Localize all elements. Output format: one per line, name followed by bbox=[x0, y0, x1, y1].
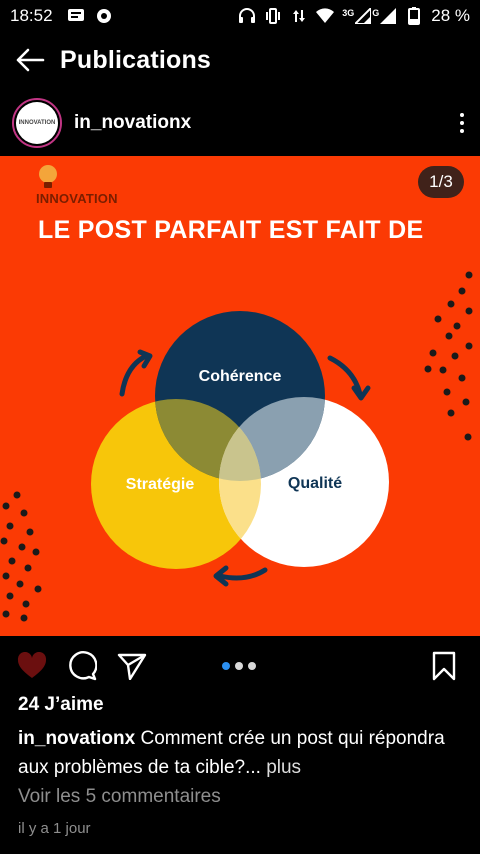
save-button[interactable] bbox=[428, 650, 460, 682]
send-icon bbox=[117, 653, 147, 680]
carousel-counter: 1/3 bbox=[418, 166, 464, 198]
decor-dots-left bbox=[0, 491, 42, 622]
headset-icon bbox=[238, 8, 256, 24]
brand-logo: INNOVATION bbox=[36, 164, 118, 206]
wifi-icon bbox=[316, 8, 335, 24]
data-transfer-icon bbox=[290, 8, 308, 24]
carousel-dot-1 bbox=[222, 662, 230, 670]
label-strategie: Stratégie bbox=[126, 476, 195, 493]
message-icon bbox=[67, 8, 85, 24]
battery-icon bbox=[405, 7, 423, 25]
action-bar bbox=[0, 640, 480, 692]
back-button[interactable] bbox=[0, 32, 60, 88]
more-options-button[interactable] bbox=[446, 103, 478, 143]
vibrate-icon bbox=[264, 8, 282, 24]
label-qualite: Qualité bbox=[288, 475, 342, 492]
comment-button[interactable] bbox=[66, 650, 98, 682]
carousel-dot-2 bbox=[235, 662, 243, 670]
avatar-logo: INNOVATION bbox=[16, 102, 58, 144]
more-vertical-icon bbox=[460, 113, 464, 117]
caption-more-link[interactable]: plus bbox=[266, 757, 301, 778]
label-coherence: Cohérence bbox=[199, 368, 282, 385]
likes-count[interactable]: 24 J’aime bbox=[18, 694, 104, 716]
heart-icon bbox=[17, 652, 47, 678]
post-timestamp: il y a 1 jour bbox=[18, 820, 91, 837]
like-button[interactable] bbox=[16, 650, 48, 682]
post-image[interactable]: Cohérence Stratégie Qualité INNOVATION L… bbox=[0, 156, 480, 636]
page-title: Publications bbox=[60, 45, 212, 74]
battery-percent: 28 % bbox=[431, 6, 470, 25]
arrow-curve-left bbox=[119, 353, 149, 397]
status-time: 18:52 bbox=[10, 6, 53, 25]
arrow-curve-bottom bbox=[217, 567, 268, 581]
arrow-left-icon bbox=[16, 48, 45, 72]
app-bar: Publications bbox=[0, 32, 480, 88]
comment-icon bbox=[69, 651, 97, 681]
share-button[interactable] bbox=[116, 650, 148, 682]
signal-group: 3G G bbox=[342, 8, 397, 24]
post-headline: LE POST PARFAIT EST FAIT DE bbox=[38, 216, 424, 244]
avatar[interactable]: INNOVATION bbox=[12, 98, 62, 148]
bookmark-icon bbox=[432, 651, 456, 681]
chat-icon bbox=[95, 8, 113, 24]
post-username[interactable]: in_novationx bbox=[74, 112, 191, 134]
carousel-dot-3 bbox=[248, 662, 256, 670]
lightbulb-icon bbox=[39, 165, 57, 188]
status-bar: 18:52 3G G 28 % bbox=[0, 0, 480, 32]
brand-name: INNOVATION bbox=[36, 191, 118, 206]
network-type-2: G bbox=[372, 8, 380, 18]
decor-dots-right bbox=[424, 271, 473, 441]
caption-username[interactable]: in_novationx bbox=[18, 728, 135, 749]
view-comments-link[interactable]: Voir les 5 commentaires bbox=[18, 786, 221, 808]
post-caption[interactable]: in_novationx Comment crée un post qui ré… bbox=[18, 724, 458, 782]
post-header: INNOVATION in_novationx bbox=[0, 94, 480, 152]
signal-icon-2 bbox=[379, 8, 397, 24]
signal-icon bbox=[354, 8, 372, 24]
network-type: 3G bbox=[342, 8, 355, 18]
carousel-dots bbox=[222, 662, 256, 670]
